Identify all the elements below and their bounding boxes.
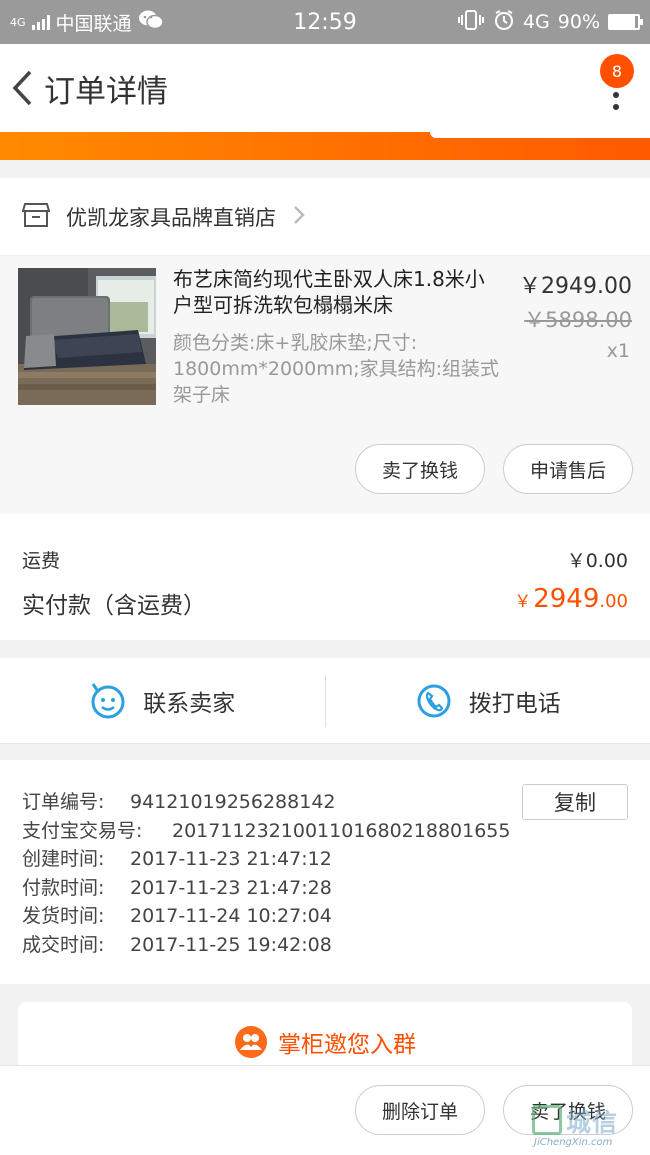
paid-integer: 2949 [533,584,600,614]
completed-time-row: 成交时间: 2017-11-25 19:42:08 [22,933,332,956]
phone-icon [417,684,451,717]
alipay-number: 2017112321001101680218801655 [172,819,511,842]
paid-time-row: 付款时间: 2017-11-23 21:47:28 [22,876,332,899]
shipped-time-row: 发货时间: 2017-11-24 10:27:04 [22,905,332,927]
network-type-small: 4G [10,15,26,29]
delete-order-button[interactable]: 删除订单 [355,1085,485,1135]
product-thumbnail[interactable] [18,268,156,405]
product-spec: 颜色分类:床+乳胶床垫;尺寸: 1800mm*2000mm;家具结构:组装式架子… [173,332,500,406]
contact-seller-button[interactable]: 联系卖家 [0,658,325,743]
watermark-sub: JiChengXin.com [534,1137,613,1148]
battery-percent: 90% [557,11,600,33]
chat-face-icon [91,682,125,718]
message-badge: 8 [600,54,634,88]
network-type: 4G [522,11,550,33]
product-item[interactable]: 布艺床简约现代主卧双人床1.8米小户型可拆洗软包榻榻米床 颜色分类:床+乳胶床垫… [0,256,650,514]
status-banner [0,132,650,160]
cost-summary: 运费 ￥0.00 实付款（含运费） ￥ 2949 .00 [0,514,650,640]
product-price: ￥2949.00 [519,274,632,299]
paid-currency: ￥ [514,592,532,612]
join-group-label: 掌柜邀您入群 [278,1032,416,1058]
product-title: 布艺床简约现代主卧双人床1.8米小户型可拆洗软包榻榻米床 [173,267,485,317]
page-title: 订单详情 [44,73,168,110]
watermark: 城信 JiChengXin.com [532,1103,644,1149]
order-info: 订单编号: 94121019256288142 支付宝交易号: 2017112321… [0,760,650,984]
shipping-value: ￥0.00 [566,550,628,572]
signal-icon [31,14,50,30]
back-button[interactable] [0,44,44,132]
battery-icon [608,14,643,30]
wechat-icon [138,9,164,36]
product-original-price: ￥5898.00 [524,308,632,332]
nav-bar: 订单详情 8 [0,44,650,132]
created-time-row: 创建时间: 2017-11-23 21:47:12 [22,848,332,870]
chevron-right-icon [292,204,306,230]
store-row[interactable]: 优凯龙家具品牌直销店 [0,178,650,256]
shipping-label: 运费 [22,550,61,572]
alipay-number-row: 支付宝交易号: 2017112321001101680218801655 [22,819,511,842]
copy-button[interactable]: 复制 [522,784,628,820]
order-number: 94121019256288142 [130,791,336,813]
carrier-name: 中国联通 [55,12,132,35]
watermark-text: 城信 [566,1108,619,1137]
store-name: 优凯龙家具品牌直销店 [66,205,276,230]
watermark-logo-icon [532,1105,562,1135]
call-phone-label: 拨打电话 [468,690,561,717]
status-bar: 4G 中国联通 12:59 4G 90% [0,0,650,44]
group-icon [235,1026,267,1058]
bottom-action-bar: 删除订单 卖了换钱 城信 JiChengXin.com [0,1065,650,1155]
apply-aftersale-button[interactable]: 申请售后 [503,444,633,494]
alarm-icon [493,9,515,36]
contact-bar: 联系卖家 拨打电话 [0,658,650,744]
call-phone-button[interactable]: 拨打电话 [326,658,650,743]
store-icon [21,202,51,232]
paid-label: 实付款（含运费） [22,593,206,619]
chevron-left-icon [12,70,32,106]
paid-amount: ￥ 2949 .00 [514,584,628,614]
sell-for-cash-button[interactable]: 卖了换钱 [355,444,485,494]
vibrate-icon [457,9,485,36]
contact-seller-label: 联系卖家 [143,690,236,717]
paid-decimal: .00 [599,591,628,612]
product-quantity: x1 [606,340,630,362]
